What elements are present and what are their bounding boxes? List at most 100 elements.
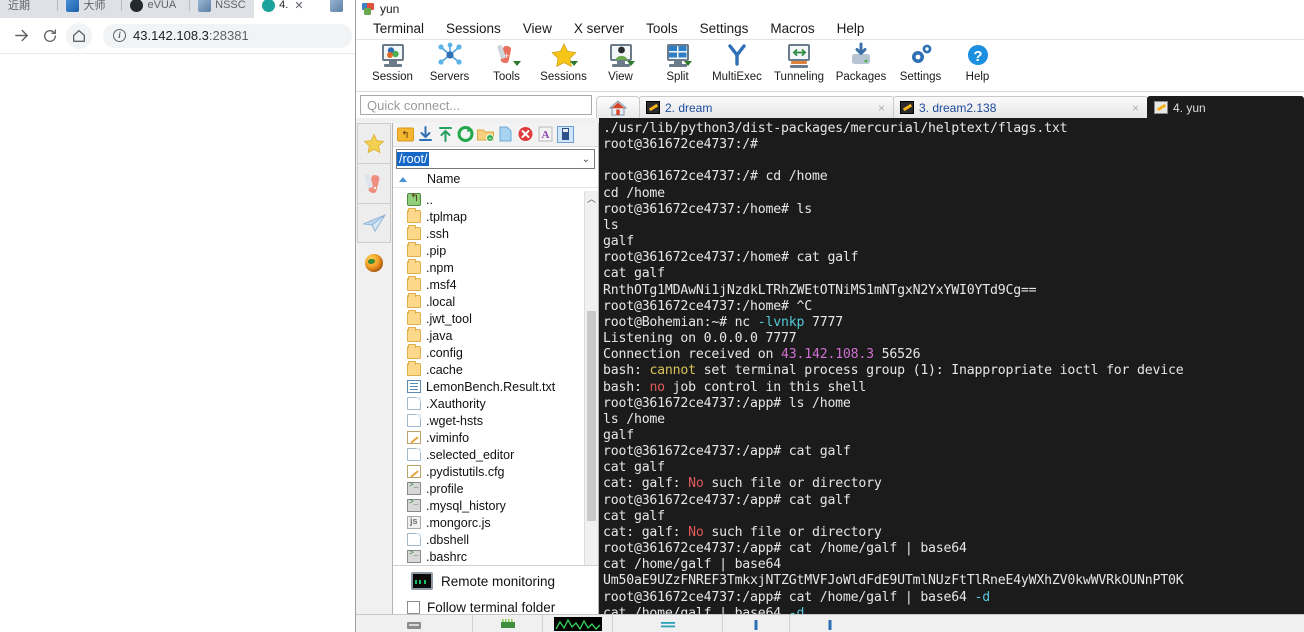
status-cell[interactable] — [356, 614, 473, 632]
list-item[interactable]: .selected_editor — [393, 446, 584, 463]
list-item[interactable]: .. — [393, 191, 584, 208]
sort-ascending-icon[interactable] — [399, 176, 407, 182]
file-list[interactable]: .. .tplmap .ssh .pip .npm .msf4 .local .… — [393, 191, 598, 587]
home-tab[interactable] — [596, 96, 640, 118]
new-file-icon[interactable] — [497, 126, 514, 143]
menu-settings[interactable]: Settings — [689, 19, 760, 39]
terminal-text: cd /home — [603, 185, 665, 201]
list-item[interactable]: .pip — [393, 242, 584, 259]
list-item[interactable]: LemonBench.Result.txt — [393, 378, 584, 395]
terminal-line: root@361672ce4737:/home# ls — [603, 202, 1304, 218]
menu-terminal[interactable]: Terminal — [362, 19, 435, 39]
toolbar-settings-button[interactable]: Settings — [892, 40, 949, 83]
file-list-vertical-scrollbar[interactable]: ︿ ﹀ — [584, 191, 598, 587]
menu-help[interactable]: Help — [826, 19, 876, 39]
list-item[interactable]: .npm — [393, 259, 584, 276]
toolbar-view-button[interactable]: View — [592, 40, 649, 83]
toolbar-packages-button[interactable]: Packages — [830, 40, 892, 83]
browser-tab[interactable]: eVUA — [122, 0, 191, 18]
session-tab-dream[interactable]: 2. dream × — [639, 96, 894, 118]
list-item[interactable]: .Xauthority — [393, 395, 584, 412]
forward-arrow-icon[interactable] — [8, 23, 34, 49]
status-cell[interactable] — [473, 614, 543, 632]
session-tab-close-icon[interactable]: × — [878, 101, 885, 115]
list-item[interactable]: .dbshell — [393, 531, 584, 548]
list-item[interactable]: .msf4 — [393, 276, 584, 293]
list-item[interactable]: .local — [393, 293, 584, 310]
toolbar-split-label: Split — [666, 71, 689, 83]
omnibox[interactable]: i 43.142.108.3:28381 — [103, 23, 352, 48]
terminal-line: ls /home — [603, 412, 1304, 428]
site-info-icon[interactable]: i — [113, 29, 126, 42]
menu-tools[interactable]: Tools — [635, 19, 689, 39]
terminal-line: cat /home/galf | base64 — [603, 557, 1304, 573]
terminal-text: galf — [603, 234, 634, 250]
toolbar-split-button[interactable]: Split — [649, 40, 706, 83]
status-cell[interactable] — [790, 615, 870, 632]
list-item[interactable]: .mongorc.js — [393, 514, 584, 531]
download-icon[interactable] — [417, 126, 434, 143]
list-item[interactable]: .viminfo — [393, 429, 584, 446]
status-cell[interactable] — [543, 614, 613, 632]
menu-sessions[interactable]: Sessions — [435, 19, 512, 39]
toolbar-multiexec-button[interactable]: MultiExec — [706, 40, 768, 83]
session-tab-dream2[interactable]: 3. dream2.138 × — [893, 96, 1148, 118]
list-item[interactable]: .mysql_history — [393, 497, 584, 514]
browser-tab[interactable]: 大师 — [58, 0, 123, 18]
menu-x-server[interactable]: X server — [563, 19, 635, 39]
toolbar-help-button[interactable]: ? Help — [949, 40, 1006, 83]
toolbar-tunneling-button[interactable]: Tunneling — [768, 40, 830, 83]
quick-connect-input[interactable]: Quick connect... — [360, 95, 592, 115]
usb-drive-icon[interactable] — [557, 126, 574, 143]
list-item[interactable]: .jwt_tool — [393, 310, 584, 327]
browser-window: 近期 大师 eVUA NSSC 4. ✕ i 43.142.108.3:2838… — [0, 0, 360, 632]
list-item[interactable]: .profile — [393, 480, 584, 497]
terminal-output[interactable]: ./usr/lib/python3/dist-packages/mercuria… — [599, 118, 1304, 614]
session-tab-yun[interactable]: 4. yun — [1147, 96, 1304, 118]
session-tab-close-icon[interactable]: × — [1132, 101, 1139, 115]
menu-macros[interactable]: Macros — [759, 19, 825, 39]
tab-favicon-icon — [262, 0, 276, 12]
path-input[interactable]: /root/ ⌄ — [396, 149, 595, 169]
refresh-icon[interactable] — [457, 126, 474, 143]
list-item[interactable]: .pydistutils.cfg — [393, 463, 584, 480]
sidebar-send-button[interactable] — [357, 203, 391, 243]
upload-icon[interactable] — [437, 126, 454, 143]
list-item[interactable]: .bashrc — [393, 548, 584, 565]
sidebar-tools-button[interactable] — [357, 163, 391, 203]
browser-tab-active[interactable]: 4. ✕ — [254, 0, 322, 18]
chevron-up-icon[interactable]: ︿ — [585, 191, 598, 205]
list-item[interactable]: .cache — [393, 361, 584, 378]
toolbar-session-button[interactable]: Session — [364, 40, 421, 83]
sidebar-favorites-button[interactable] — [357, 123, 391, 163]
toolbar-servers-button[interactable]: Servers — [421, 40, 478, 83]
status-cell[interactable] — [613, 614, 723, 632]
browser-tab[interactable]: NSSC — [190, 0, 255, 18]
scrollbar-thumb[interactable] — [587, 311, 596, 521]
list-item[interactable]: .ssh — [393, 225, 584, 242]
list-item[interactable]: .tplmap — [393, 208, 584, 225]
list-item[interactable]: .wget-hsts — [393, 412, 584, 429]
remote-monitoring-button[interactable]: Remote monitoring — [393, 566, 598, 590]
column-header-name[interactable]: Name — [427, 172, 460, 186]
menu-view[interactable]: View — [512, 19, 563, 39]
status-cell[interactable] — [723, 614, 790, 632]
text-mode-icon[interactable]: A — [537, 126, 554, 143]
delete-icon[interactable] — [517, 126, 534, 143]
reload-icon[interactable] — [37, 23, 63, 49]
tab-close-icon[interactable]: ✕ — [294, 0, 303, 12]
chevron-down-icon[interactable]: ⌄ — [582, 154, 590, 165]
sidebar-globe-button[interactable] — [357, 243, 391, 283]
toolbar-tools-button[interactable]: + Tools — [478, 40, 535, 83]
home-icon[interactable] — [66, 22, 92, 49]
browser-tab[interactable]: 近期 — [0, 0, 59, 18]
follow-terminal-folder-checkbox[interactable] — [407, 601, 420, 614]
script-file-icon — [407, 481, 421, 495]
bar1-icon — [748, 618, 764, 630]
list-item[interactable]: .java — [393, 327, 584, 344]
list-item[interactable]: .config — [393, 344, 584, 361]
toolbar-sessions-button[interactable]: Sessions — [535, 40, 592, 83]
follow-terminal-folder-row[interactable]: Follow terminal folder — [393, 590, 598, 615]
new-folder-icon[interactable]: + — [477, 126, 494, 143]
parent-folder-icon[interactable]: ↰ — [397, 126, 414, 143]
